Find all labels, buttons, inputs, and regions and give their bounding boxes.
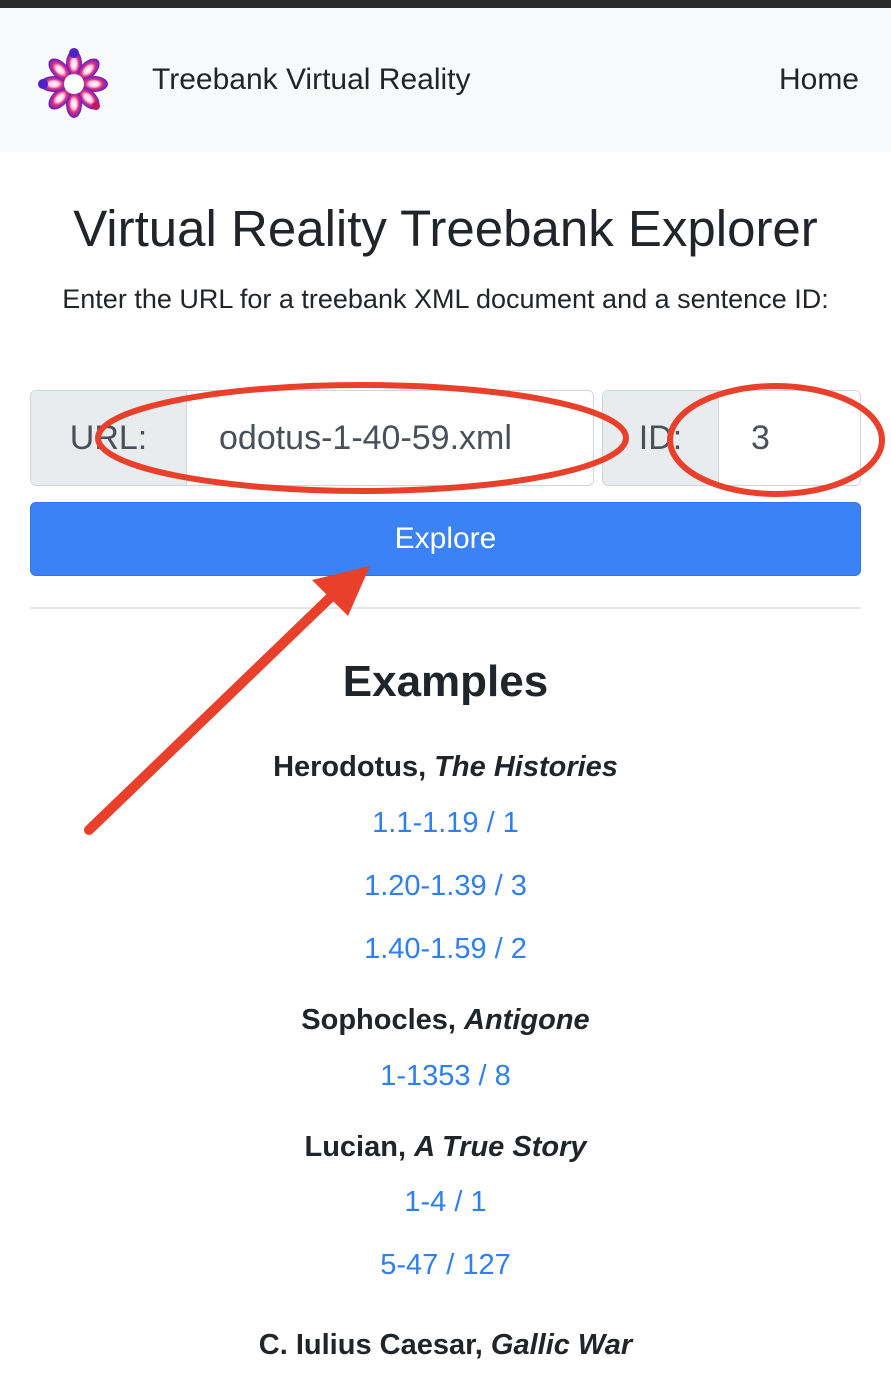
sentence-id-input[interactable] [719,391,860,485]
divider [30,607,861,609]
url-label: URL: [31,391,187,485]
work-heading-sophocles: Sophocles, Antigone [0,1001,891,1039]
examples-title: Examples [342,657,549,706]
nav-home-link[interactable]: Home [779,62,859,98]
work-author: Lucian, [304,1131,406,1163]
navbar: Treebank Virtual Reality Home [0,8,891,152]
work-title: A True Story [414,1131,587,1163]
work-title: Gallic War [490,1329,633,1361]
example-link[interactable]: 5-47 / 127 [0,1246,891,1284]
work-title: The Histories [434,751,618,783]
brand-name[interactable]: Treebank Virtual Reality [152,62,471,98]
intro-text: Enter the URL for a treebank XML documen… [62,284,829,314]
example-link[interactable]: 1.1-1.19 / 1 [0,804,891,842]
annotation-arrow-line [84,587,341,835]
example-link[interactable]: 1.20-1.39 / 3 [0,867,891,905]
page-title: Virtual Reality Treebank Explorer [73,200,818,257]
work-heading-lucian: Lucian, A True Story [0,1128,891,1166]
work-heading-caesar: C. Iulius Caesar, Gallic War [0,1326,891,1364]
work-title: Antigone [464,1004,590,1036]
work-heading-herodotus: Herodotus, The Histories [0,748,891,786]
browser-top-edge [0,0,891,8]
work-author: Herodotus, [273,751,427,783]
url-input-group: URL: [30,390,594,486]
work-author: C. Iulius Caesar, [258,1329,483,1361]
id-input-group: ID: [602,390,861,486]
example-link[interactable]: 1-4 / 1 [0,1183,891,1221]
url-input[interactable] [187,391,593,485]
explore-button[interactable]: Explore [30,502,861,576]
example-link[interactable]: 1-1353 / 8 [0,1057,891,1095]
id-label: ID: [603,391,719,485]
work-author: Sophocles, [301,1004,456,1036]
flower-logo-icon[interactable] [36,46,112,122]
example-link[interactable]: 1.40-1.59 / 2 [0,930,891,968]
